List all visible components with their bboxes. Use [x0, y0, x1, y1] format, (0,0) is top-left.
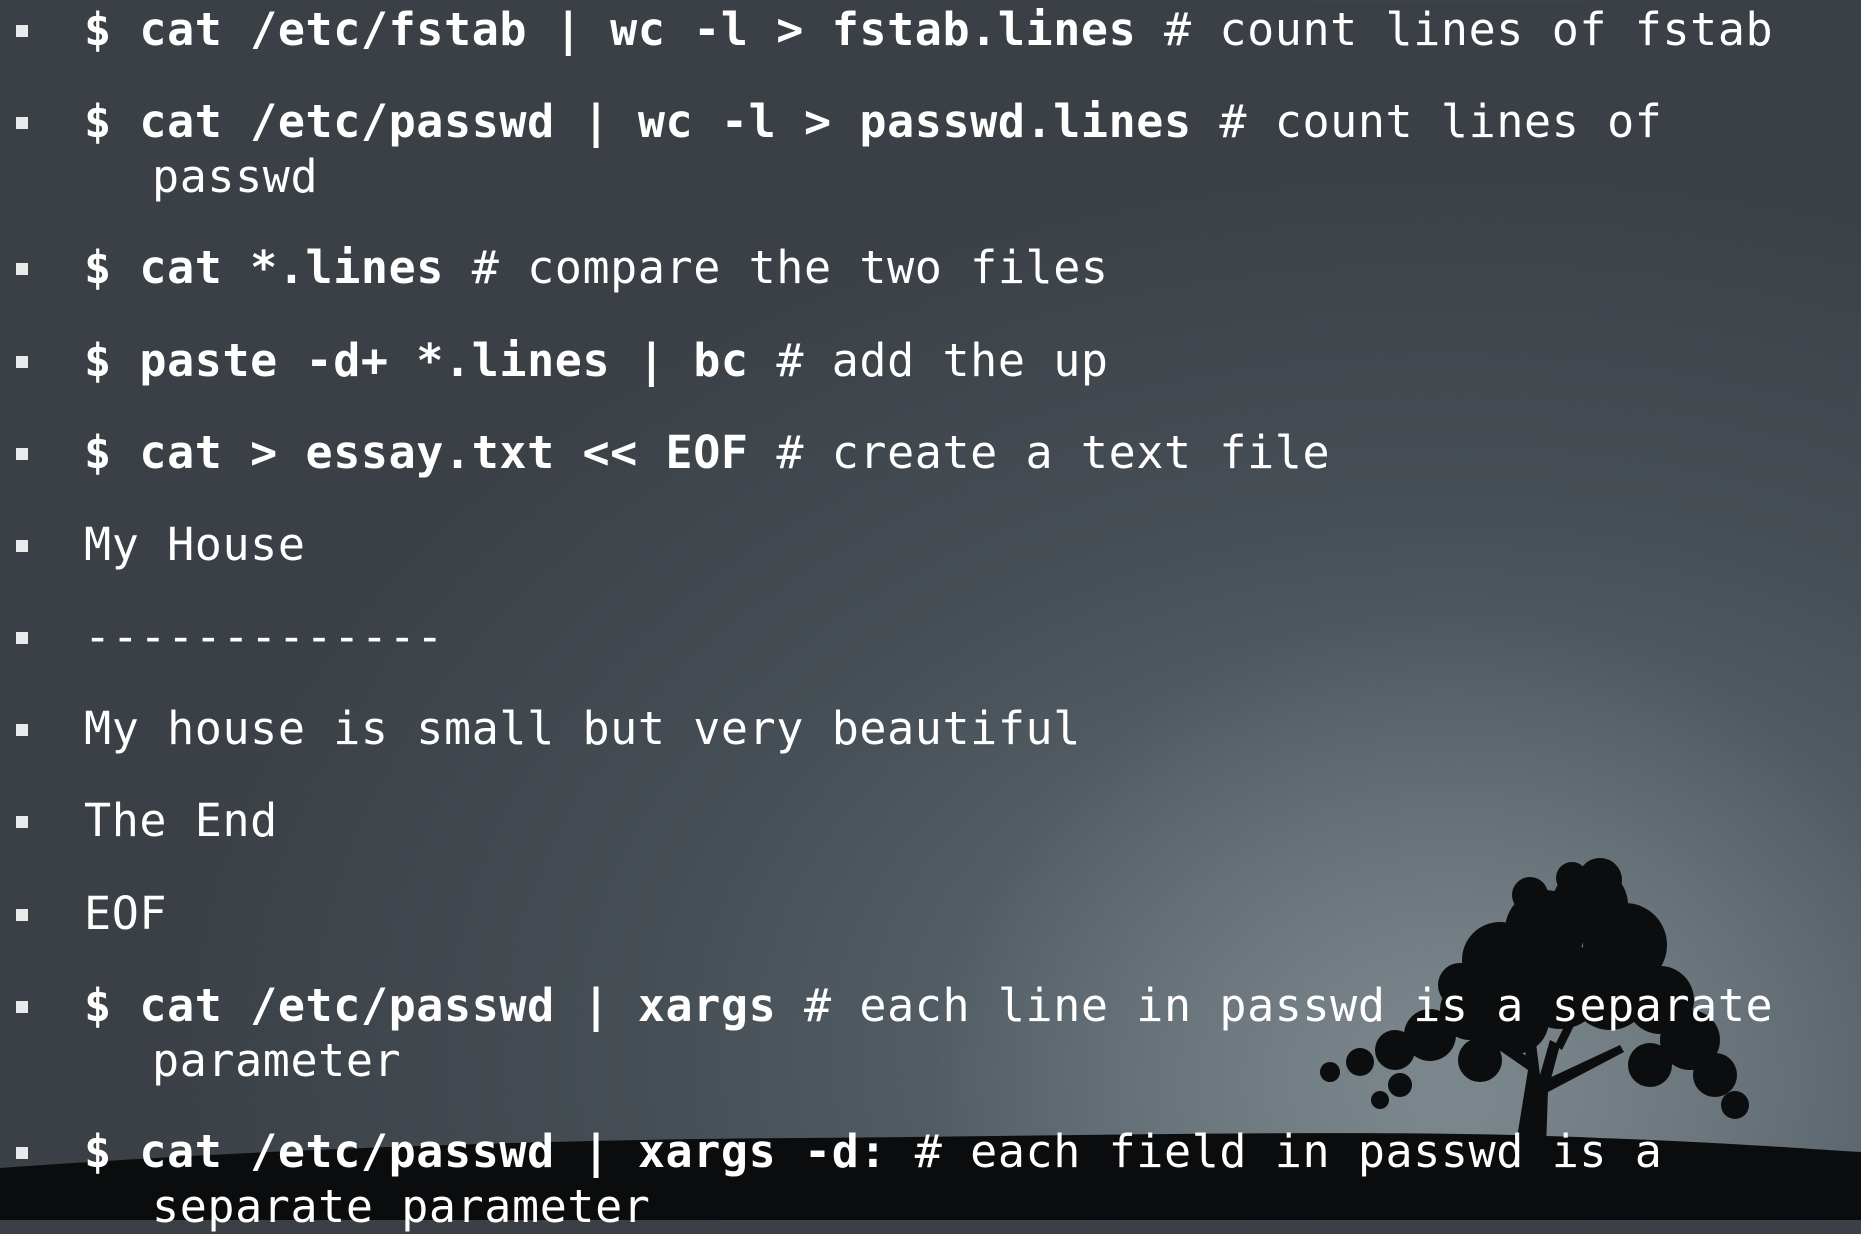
item-text: $ cat *.lines # compare the two files	[84, 240, 1854, 295]
bullet-icon	[16, 816, 28, 828]
command-text: $ paste -d+ *.lines | bc	[84, 334, 749, 387]
text-line: -------------	[84, 610, 444, 663]
continuation-text: passwd	[152, 150, 319, 203]
command-text: $ cat /etc/fstab | wc -l > fstab.lines	[84, 3, 1137, 56]
comment-text: # each field in passwd is a	[887, 1125, 1663, 1178]
continuation-text: separate parameter	[152, 1180, 651, 1233]
comment-text: # compare the two files	[444, 241, 1109, 294]
comment-text: # count lines of	[1191, 95, 1663, 148]
item-text: The End	[84, 793, 1854, 848]
command-text: $ cat /etc/passwd | xargs -d:	[84, 1125, 888, 1178]
item-text: EOF	[84, 886, 1854, 941]
bullet-icon	[16, 724, 28, 736]
item-text: My House	[84, 517, 1854, 572]
command-text: $ cat /etc/passwd | wc -l > passwd.lines	[84, 95, 1192, 148]
item-text: $ cat /etc/passwd | xargs # each line in…	[84, 978, 1854, 1088]
command-text: $ cat /etc/passwd | xargs	[84, 979, 777, 1032]
comment-text: # create a text file	[748, 426, 1331, 479]
command-text: $ cat > essay.txt << EOF	[84, 426, 749, 479]
item-text: $ cat /etc/passwd | wc -l > passwd.lines…	[84, 94, 1854, 204]
bullet-icon	[16, 632, 28, 644]
bullet-icon	[16, 909, 28, 921]
slide: $ cat /etc/fstab | wc -l > fstab.lines #…	[0, 0, 1861, 1233]
text-line: The End	[84, 794, 278, 847]
command-text: $ cat *.lines	[84, 241, 444, 294]
bullet-icon	[16, 117, 28, 129]
item-text: $ cat /etc/passwd | xargs -d: # each fie…	[84, 1124, 1854, 1234]
continuation-text: parameter	[152, 1034, 402, 1087]
item-text: $ cat > essay.txt << EOF # create a text…	[84, 425, 1854, 480]
comment-text: # count lines of fstab	[1136, 3, 1774, 56]
bullet-icon	[16, 448, 28, 460]
item-text: $ paste -d+ *.lines | bc # add the up	[84, 333, 1854, 388]
item-text: $ cat /etc/fstab | wc -l > fstab.lines #…	[84, 2, 1854, 57]
bullet-icon	[16, 356, 28, 368]
text-line: EOF	[84, 887, 168, 940]
comment-text: # add the up	[748, 334, 1109, 387]
bullet-icon	[16, 263, 28, 275]
bullet-icon	[16, 1001, 28, 1013]
bullet-icon	[16, 25, 28, 37]
item-text: My house is small but very beautiful	[84, 701, 1854, 756]
text-line: My House	[84, 518, 306, 571]
comment-text: # each line in passwd is a separate	[776, 979, 1774, 1032]
bullet-icon	[16, 540, 28, 552]
item-text: -------------	[84, 609, 1854, 664]
bullet-icon	[16, 1147, 28, 1159]
text-line: My house is small but very beautiful	[84, 702, 1081, 755]
